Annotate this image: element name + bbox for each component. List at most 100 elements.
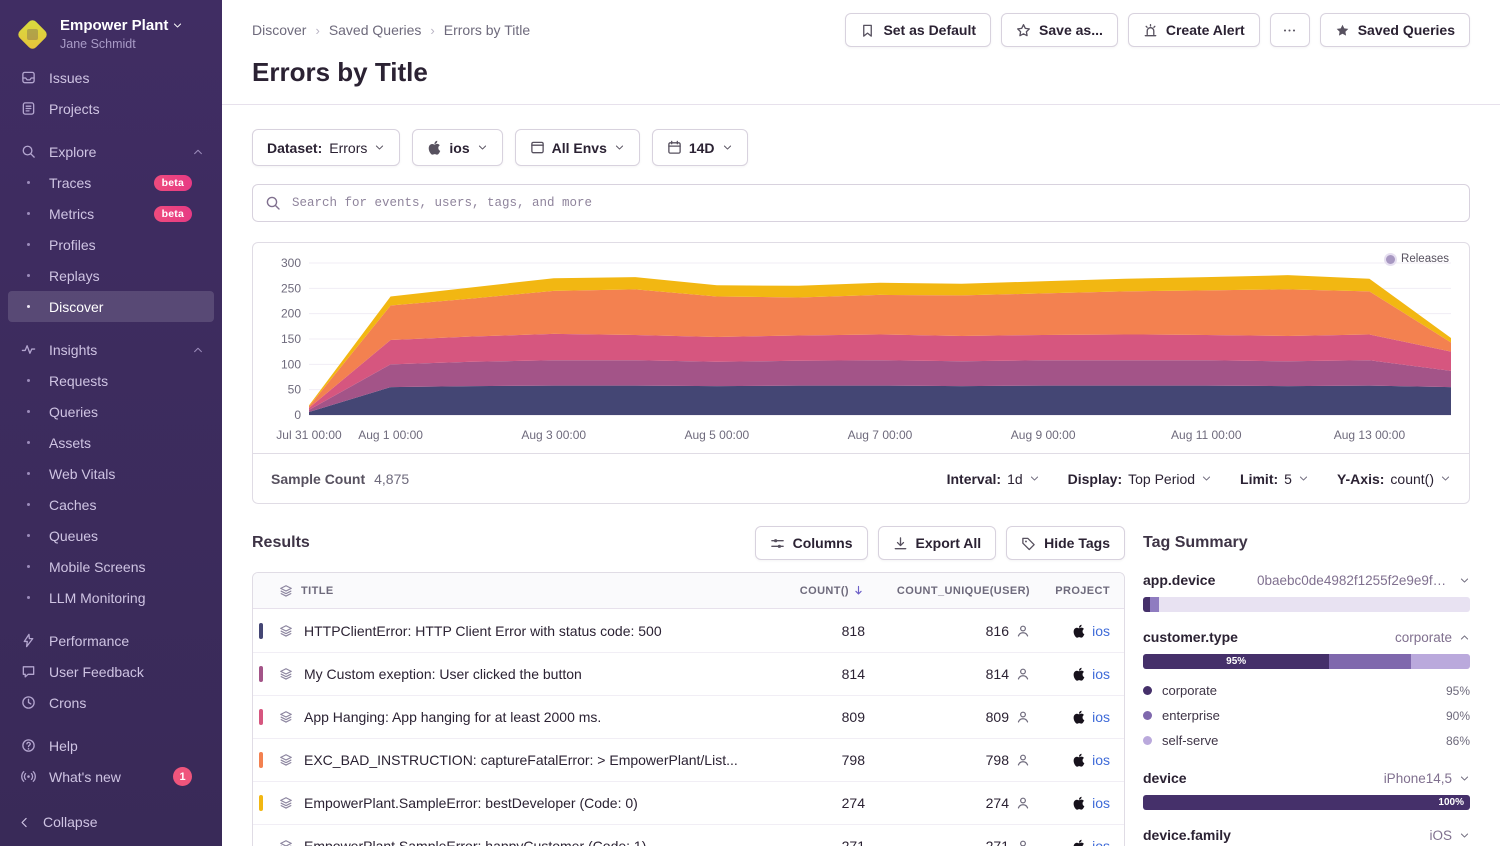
search-input[interactable] bbox=[290, 195, 1457, 211]
column-header-count-unique[interactable]: COUNT_UNIQUE(USER) bbox=[865, 585, 1030, 597]
interval-dropdown[interactable]: Interval: 1d bbox=[947, 471, 1040, 487]
project-link[interactable]: ios bbox=[1092, 752, 1110, 768]
sidebar-item-metrics[interactable]: Metricsbeta bbox=[8, 198, 214, 229]
export-all-button[interactable]: Export All bbox=[878, 526, 997, 560]
dataset-selector[interactable]: Dataset: Errors bbox=[252, 129, 400, 166]
table-row[interactable]: EmpowerPlant.SampleError: happyCustomer … bbox=[253, 824, 1124, 846]
unique-count-cell: 816 bbox=[865, 623, 1030, 639]
notification-badge: 1 bbox=[173, 767, 192, 786]
svg-text:0: 0 bbox=[294, 408, 301, 422]
tag-value-row[interactable]: self-serve86% bbox=[1143, 728, 1470, 753]
event-title-link[interactable]: EXC_BAD_INSTRUCTION: captureFatalError: … bbox=[301, 752, 775, 768]
project-link[interactable]: ios bbox=[1092, 795, 1110, 811]
unique-count-cell: 798 bbox=[865, 752, 1030, 768]
saved-queries-button[interactable]: Saved Queries bbox=[1320, 13, 1470, 47]
sidebar-item-queries[interactable]: Queries bbox=[8, 396, 214, 427]
sidebar-item-issues[interactable]: Issues bbox=[8, 62, 214, 93]
stack-icon[interactable] bbox=[271, 624, 301, 638]
count-value: 271 bbox=[775, 838, 865, 846]
sidebar-item-requests[interactable]: Requests bbox=[8, 365, 214, 396]
sidebar-section-explore[interactable]: Explore bbox=[8, 136, 214, 167]
date-range-selector[interactable]: 14D bbox=[652, 129, 748, 166]
tag-header[interactable]: app.device0baebc0de4982f1255f2e9e9fb7… bbox=[1143, 572, 1470, 588]
results-table-body: HTTPClientError: HTTP Client Error with … bbox=[253, 609, 1124, 846]
project-link[interactable]: ios bbox=[1092, 709, 1110, 725]
more-options-button[interactable] bbox=[1270, 13, 1310, 47]
column-header-title[interactable]: TITLE bbox=[301, 585, 775, 597]
table-row[interactable]: HTTPClientError: HTTP Client Error with … bbox=[253, 609, 1124, 652]
sidebar-item-what-s-new[interactable]: What's new1 bbox=[8, 761, 214, 792]
tag-section-device: deviceiPhone14,5100% bbox=[1143, 770, 1470, 810]
sidebar-item-assets[interactable]: Assets bbox=[8, 427, 214, 458]
event-title-link[interactable]: EmpowerPlant.SampleError: bestDeveloper … bbox=[301, 795, 775, 811]
sidebar-item-replays[interactable]: Replays bbox=[8, 260, 214, 291]
table-row[interactable]: App Hanging: App hanging for at least 20… bbox=[253, 695, 1124, 738]
sidebar-item-user-feedback[interactable]: User Feedback bbox=[8, 656, 214, 687]
unique-count-cell: 271 bbox=[865, 838, 1030, 846]
stack-icon[interactable] bbox=[271, 710, 301, 724]
sidebar-item-queues[interactable]: Queues bbox=[8, 520, 214, 551]
sidebar-item-llm-monitoring[interactable]: LLM Monitoring bbox=[8, 582, 214, 613]
stack-icon[interactable] bbox=[271, 839, 301, 846]
event-title-link[interactable]: My Custom exeption: User clicked the but… bbox=[301, 666, 775, 682]
table-row[interactable]: EmpowerPlant.SampleError: bestDeveloper … bbox=[253, 781, 1124, 824]
sidebar-item-caches[interactable]: Caches bbox=[8, 489, 214, 520]
display-dropdown[interactable]: Display: Top Period bbox=[1068, 471, 1212, 487]
unique-count-cell: 809 bbox=[865, 709, 1030, 725]
project-link[interactable]: ios bbox=[1092, 838, 1110, 846]
tag-summary: Tag Summary app.device0baebc0de4982f1255… bbox=[1143, 526, 1470, 846]
table-row[interactable]: EXC_BAD_INSTRUCTION: captureFatalError: … bbox=[253, 738, 1124, 781]
stack-icon[interactable] bbox=[271, 796, 301, 810]
sidebar-item-crons[interactable]: Crons bbox=[8, 687, 214, 718]
table-row[interactable]: My Custom exeption: User clicked the but… bbox=[253, 652, 1124, 695]
sidebar-item-profiles[interactable]: Profiles bbox=[8, 229, 214, 260]
sidebar-item-performance[interactable]: Performance bbox=[8, 625, 214, 656]
chevron-down-icon bbox=[1298, 473, 1309, 484]
org-switcher[interactable]: Empower Plant Jane Schmidt bbox=[0, 10, 222, 56]
tag-header[interactable]: deviceiPhone14,5 bbox=[1143, 770, 1470, 786]
project-link[interactable]: ios bbox=[1092, 666, 1110, 682]
sidebar-item-help[interactable]: Help bbox=[8, 730, 214, 761]
tag-header[interactable]: device.familyiOS bbox=[1143, 827, 1470, 843]
tag-top-value: iPhone14,5 bbox=[1384, 771, 1452, 786]
sidebar-item-mobile-screens[interactable]: Mobile Screens bbox=[8, 551, 214, 582]
releases-legend[interactable]: Releases bbox=[1386, 253, 1449, 265]
columns-button[interactable]: Columns bbox=[755, 526, 868, 560]
hide-tags-button[interactable]: Hide Tags bbox=[1006, 526, 1125, 560]
tag-header[interactable]: customer.typecorporate bbox=[1143, 629, 1470, 645]
sidebar-item-discover[interactable]: Discover bbox=[8, 291, 214, 322]
tag-top-value: 0baebc0de4982f1255f2e9e9fb7… bbox=[1257, 573, 1452, 588]
column-header-count[interactable]: COUNT() bbox=[775, 584, 865, 597]
save-as-button[interactable]: Save as... bbox=[1001, 13, 1118, 47]
stack-icon[interactable] bbox=[271, 667, 301, 681]
breadcrumb-saved-queries[interactable]: Saved Queries bbox=[329, 22, 422, 38]
event-title-link[interactable]: EmpowerPlant.SampleError: happyCustomer … bbox=[301, 838, 775, 846]
sidebar-item-projects[interactable]: Projects bbox=[8, 93, 214, 124]
series-color-swatch bbox=[259, 666, 263, 682]
project-selector[interactable]: ios bbox=[412, 129, 502, 166]
yaxis-dropdown[interactable]: Y-Axis: count() bbox=[1337, 471, 1451, 487]
tag-value-row[interactable]: corporate95% bbox=[1143, 678, 1470, 703]
sidebar-item-web-vitals[interactable]: Web Vitals bbox=[8, 458, 214, 489]
tag-value-row[interactable]: enterprise90% bbox=[1143, 703, 1470, 728]
environment-icon bbox=[530, 140, 545, 155]
limit-dropdown[interactable]: Limit: 5 bbox=[1240, 471, 1309, 487]
bullet-dot bbox=[18, 596, 38, 599]
event-title-link[interactable]: App Hanging: App hanging for at least 20… bbox=[301, 709, 775, 725]
set-as-default-button[interactable]: Set as Default bbox=[845, 13, 991, 47]
projects-icon bbox=[18, 101, 38, 116]
main-content: Discover › Saved Queries › Errors by Tit… bbox=[222, 0, 1500, 846]
environment-selector[interactable]: All Envs bbox=[515, 129, 640, 166]
stack-icon[interactable] bbox=[271, 753, 301, 767]
breadcrumb-discover[interactable]: Discover bbox=[252, 22, 306, 38]
events-chart[interactable]: Releases 050100150200250300Jul 31 00:00A… bbox=[253, 243, 1469, 453]
event-title-link[interactable]: HTTPClientError: HTTP Client Error with … bbox=[301, 623, 775, 639]
series-dot bbox=[1143, 736, 1152, 745]
results-table: TITLE COUNT() COUNT_UNIQUE(USER) PROJECT… bbox=[252, 572, 1125, 846]
sidebar-section-insights[interactable]: Insights bbox=[8, 334, 214, 365]
project-link[interactable]: ios bbox=[1092, 623, 1110, 639]
column-header-project[interactable]: PROJECT bbox=[1030, 585, 1110, 597]
sidebar-collapse-button[interactable]: Collapse bbox=[0, 798, 222, 846]
sidebar-item-traces[interactable]: Tracesbeta bbox=[8, 167, 214, 198]
create-alert-button[interactable]: Create Alert bbox=[1128, 13, 1260, 47]
